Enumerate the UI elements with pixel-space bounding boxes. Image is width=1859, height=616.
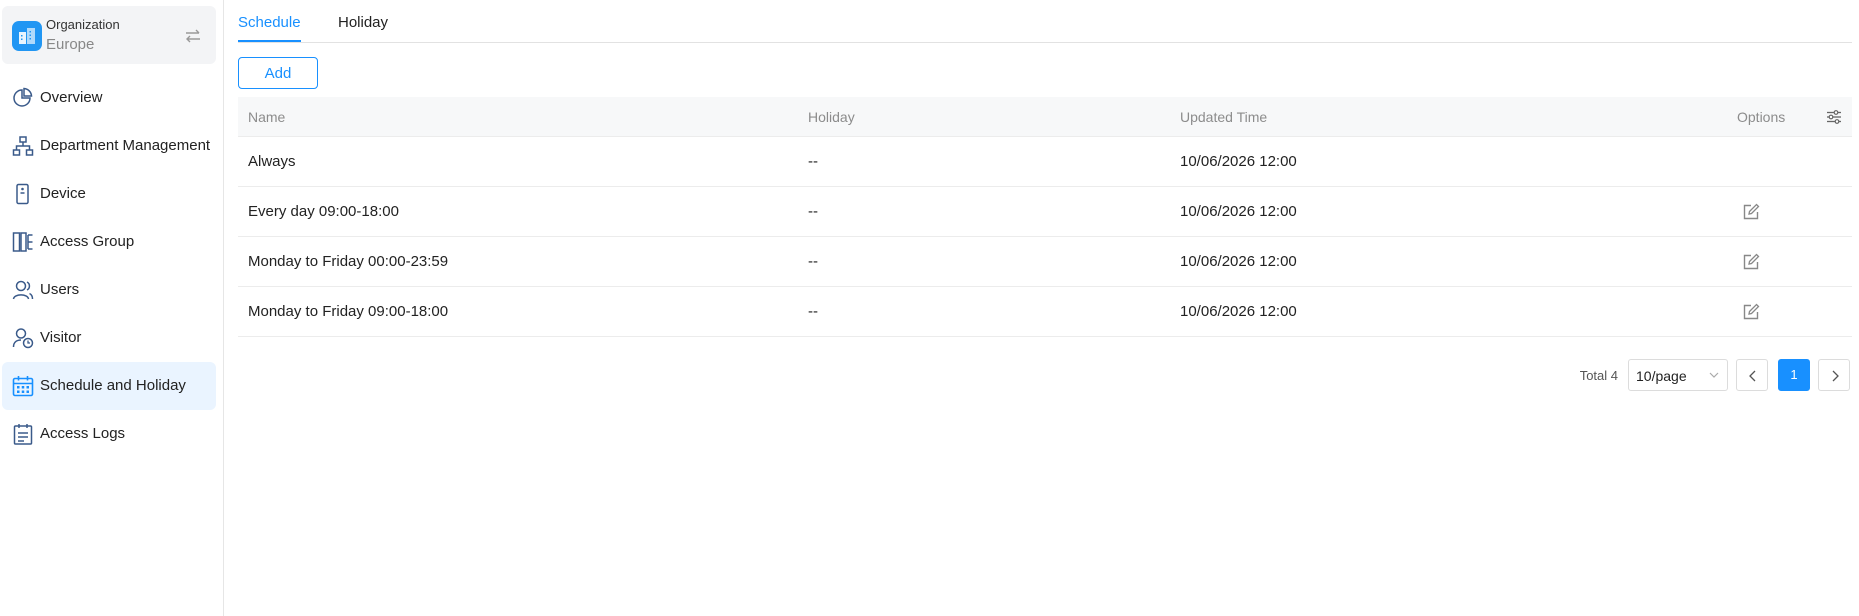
- cell-name: Monday to Friday 00:00-23:59: [248, 253, 449, 270]
- pagination: Total 4 10/page 1: [1390, 358, 1850, 392]
- cell-holiday: --: [808, 253, 818, 270]
- schedule-table: Name Holiday Updated Time Options Always…: [238, 97, 1852, 337]
- page-size-select[interactable]: 10/page: [1628, 359, 1728, 391]
- access-group-icon: [12, 232, 33, 252]
- chevron-left-icon: [1749, 370, 1756, 382]
- next-page-button[interactable]: [1818, 359, 1850, 391]
- sidebar-item-users[interactable]: Users: [2, 266, 216, 314]
- organization-name: Europe: [46, 36, 95, 53]
- main-content: Schedule Holiday Add Name Holiday Update…: [238, 0, 1852, 616]
- chevron-right-icon: [1832, 370, 1839, 382]
- org-tree-icon: [12, 136, 34, 156]
- cell-updated-time: 10/06/2026 12:00: [1180, 153, 1297, 170]
- add-button[interactable]: Add: [238, 57, 318, 89]
- sidebar-item-label: Visitor: [40, 329, 82, 346]
- sidebar-item-label: Users: [40, 281, 80, 298]
- page-number-button[interactable]: 1: [1778, 359, 1810, 391]
- pagination-total: Total 4: [1579, 368, 1618, 383]
- page-size-value: 10/page: [1636, 368, 1687, 384]
- sidebar-item-visitor[interactable]: Visitor: [2, 314, 216, 362]
- sidebar-item-label: Device: [40, 185, 86, 202]
- sidebar-item-label: Department Management: [40, 137, 211, 154]
- organization-switcher[interactable]: Organization Europe: [2, 6, 216, 64]
- cell-holiday: --: [808, 153, 818, 170]
- tab-bar: Schedule Holiday: [238, 0, 1852, 43]
- sidebar-item-label: Access Logs: [40, 425, 126, 442]
- logs-icon: [13, 424, 33, 445]
- table-header: Name Holiday Updated Time Options: [238, 97, 1852, 137]
- cell-name: Monday to Friday 09:00-18:00: [248, 303, 449, 320]
- organization-logo-icon: [12, 21, 42, 51]
- users-icon: [12, 280, 34, 300]
- tab-schedule[interactable]: Schedule: [238, 14, 301, 42]
- cell-name: Every day 09:00-18:00: [248, 203, 399, 220]
- cell-updated-time: 10/06/2026 12:00: [1180, 203, 1297, 220]
- cell-updated-time: 10/06/2026 12:00: [1180, 303, 1297, 320]
- cell-holiday: --: [808, 303, 818, 320]
- sidebar-item-access-group[interactable]: Access Group: [2, 218, 216, 266]
- sidebar: Organization Europe Overview Department …: [0, 0, 224, 616]
- switch-icon[interactable]: [184, 28, 202, 44]
- device-icon: [16, 183, 29, 205]
- edit-icon[interactable]: [1742, 303, 1760, 321]
- column-settings-icon[interactable]: [1826, 110, 1842, 124]
- sidebar-item-label: Schedule and Holiday: [40, 377, 186, 394]
- pie-chart-icon: [13, 87, 33, 107]
- table-row: Every day 09:00-18:00 -- 10/06/2026 12:0…: [238, 187, 1852, 237]
- table-row: Monday to Friday 00:00-23:59 -- 10/06/20…: [238, 237, 1852, 287]
- visitor-icon: [12, 328, 34, 349]
- column-header-name: Name: [248, 109, 286, 125]
- sidebar-item-overview[interactable]: Overview: [2, 74, 216, 122]
- sidebar-item-label: Access Group: [40, 233, 135, 250]
- edit-icon[interactable]: [1742, 203, 1760, 221]
- table-row: Monday to Friday 09:00-18:00 -- 10/06/20…: [238, 287, 1852, 337]
- cell-name: Always: [248, 153, 296, 170]
- cell-holiday: --: [808, 203, 818, 220]
- previous-page-button[interactable]: [1736, 359, 1768, 391]
- sidebar-item-schedule-and-holiday[interactable]: Schedule and Holiday: [2, 362, 216, 410]
- sidebar-item-access-logs[interactable]: Access Logs: [2, 410, 216, 458]
- cell-updated-time: 10/06/2026 12:00: [1180, 253, 1297, 270]
- sidebar-item-device[interactable]: Device: [2, 170, 216, 218]
- sidebar-item-department-management[interactable]: Department Management: [2, 122, 216, 170]
- calendar-icon: [12, 376, 34, 397]
- chevron-down-icon: [1709, 372, 1719, 378]
- column-header-options: Options: [1737, 109, 1786, 125]
- tab-holiday[interactable]: Holiday: [338, 14, 388, 42]
- column-header-holiday: Holiday: [808, 109, 855, 125]
- table-row: Always -- 10/06/2026 12:00: [238, 137, 1852, 187]
- sidebar-item-label: Overview: [40, 89, 103, 106]
- organization-label: Organization: [46, 17, 120, 32]
- sidebar-nav: Overview Department Management Device Ac…: [0, 74, 224, 458]
- column-header-updated-time: Updated Time: [1180, 109, 1268, 125]
- edit-icon[interactable]: [1742, 253, 1760, 271]
